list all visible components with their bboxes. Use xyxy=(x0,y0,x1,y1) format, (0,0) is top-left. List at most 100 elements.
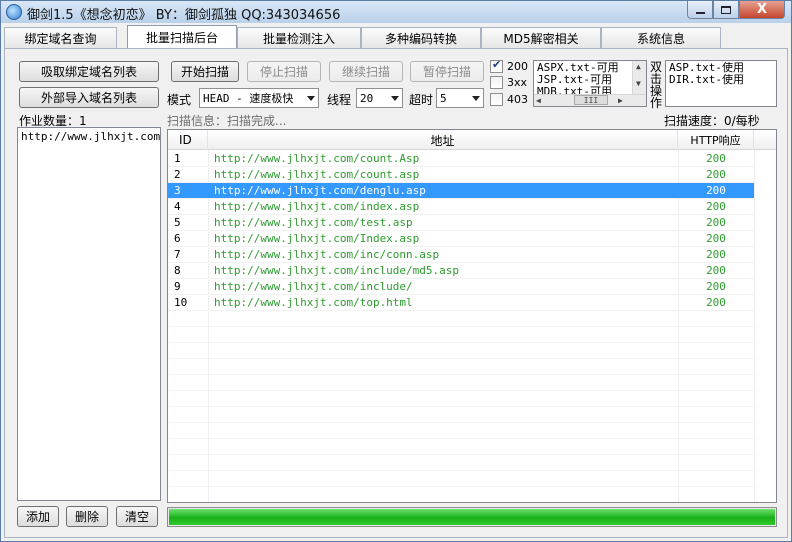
mode-value: HEAD - 速度极快 xyxy=(203,92,294,105)
status-label: 403 xyxy=(507,93,528,106)
available-dict-list[interactable]: ASPX.txt-可用 JSP.txt-可用 MDB.txt-可用 ▲ ▼ ◀ … xyxy=(533,60,647,107)
clear-button[interactable]: 清空 xyxy=(116,506,158,527)
arrow-up-icon[interactable]: ▲ xyxy=(636,62,641,71)
tab-label: 批量检测注入 xyxy=(262,32,335,46)
chevron-down-icon xyxy=(307,96,315,101)
table-row[interactable]: 7 http://www.jlhxjt.com/inc/conn.asp 200 xyxy=(168,247,754,263)
delete-button[interactable]: 删除 xyxy=(66,506,108,527)
close-icon: X xyxy=(756,2,768,17)
table-row[interactable]: 8 http://www.jlhxjt.com/include/md5.asp 20… xyxy=(168,263,754,279)
selected-dict-list[interactable]: ASP.txt-使用 DIR.txt-使用 xyxy=(665,60,777,107)
row-url: http://www.jlhxjt.com/Index.asp xyxy=(214,232,420,245)
row-id: 2 xyxy=(174,168,181,181)
col-id[interactable]: ID xyxy=(168,130,208,150)
tab-label: 系统信息 xyxy=(636,32,685,46)
empty-row xyxy=(168,407,754,423)
arrow-down-icon[interactable]: ▼ xyxy=(636,79,641,88)
row-id: 3 xyxy=(174,184,181,197)
tab-bar: 绑定域名查询 批量扫描后台 批量检测注入 多种编码转换 MD5解密相关 系统信息 xyxy=(4,25,788,49)
table-row[interactable]: 6 http://www.jlhxjt.com/Index.asp 200 xyxy=(168,231,754,247)
progress-fill xyxy=(169,509,775,525)
tab-md5[interactable]: MD5解密相关 xyxy=(481,27,601,49)
tab-label: 绑定域名查询 xyxy=(24,32,97,46)
threads-label: 线程 xyxy=(327,93,352,107)
row-url: http://www.jlhxjt.com/inc/conn.asp xyxy=(214,248,440,261)
empty-row xyxy=(168,343,754,359)
domain-list[interactable]: http://www.jlhxjt.com xyxy=(17,127,161,501)
add-button[interactable]: 添加 xyxy=(17,506,59,527)
row-url: http://www.jlhxjt.com/include/md5.asp xyxy=(214,264,460,277)
status-label: 3xx xyxy=(507,76,528,89)
checkbox-box xyxy=(490,76,503,89)
row-url: http://www.jlhxjt.com/include/ xyxy=(214,280,413,293)
checkbox-box xyxy=(490,58,503,73)
import-domains-button[interactable]: 外部导入域名列表 xyxy=(19,87,159,108)
table-header: ID 地址 HTTP响应 xyxy=(168,130,776,150)
timeout-label: 超时 xyxy=(409,93,434,107)
tab-injection[interactable]: 批量检测注入 xyxy=(237,27,361,49)
title-bar[interactable]: 御剑1.5《想念初恋》 BY：御剑孤独 QQ:343034656 X xyxy=(1,1,791,23)
table-row[interactable]: 10 http://www.jlhxjt.com/top.html 200 xyxy=(168,295,754,311)
scan-speed: 扫描速度：0/每秒 xyxy=(664,114,760,128)
results-table[interactable]: ID 地址 HTTP响应 1 http://www.jlhxjt.com/coun… xyxy=(167,129,777,503)
row-id: 1 xyxy=(174,152,181,165)
row-url: http://www.jlhxjt.com/test.asp xyxy=(214,216,413,229)
app-window: 御剑1.5《想念初恋》 BY：御剑孤独 QQ:343034656 X 绑定域名查… xyxy=(0,0,792,542)
start-scan-button[interactable]: 开始扫描 xyxy=(171,61,239,82)
stop-scan-button[interactable]: 停止扫描 xyxy=(247,61,321,82)
row-http-code: 200 xyxy=(706,296,726,309)
status-200-checkbox[interactable]: 200 xyxy=(490,58,528,73)
row-http-code: 200 xyxy=(706,200,726,213)
timeout-select[interactable]: 5 xyxy=(436,88,484,108)
col-http-response[interactable]: HTTP响应 xyxy=(678,130,754,150)
pause-scan-button[interactable]: 暂停扫描 xyxy=(410,61,484,82)
table-row[interactable]: 3 http://www.jlhxjt.com/denglu.asp 200 xyxy=(168,183,754,199)
table-row[interactable]: 2 http://www.jlhxjt.com/count.asp 200 xyxy=(168,167,754,183)
dict-item[interactable]: DIR.txt-使用 xyxy=(666,74,776,86)
empty-row xyxy=(168,455,754,471)
tab-label: 批量扫描后台 xyxy=(145,31,218,45)
dict-vscrollbar[interactable]: ▲ ▼ xyxy=(632,61,646,95)
row-id: 9 xyxy=(174,280,181,293)
tab-label: 多种编码转换 xyxy=(384,32,457,46)
app-logo-icon xyxy=(6,4,22,20)
tab-domain-query[interactable]: 绑定域名查询 xyxy=(4,27,117,49)
arrow-left-icon[interactable]: ◀ xyxy=(536,96,541,105)
tab-batch-scan[interactable]: 批量扫描后台 xyxy=(127,25,237,49)
col-address[interactable]: 地址 xyxy=(208,130,678,150)
status-403-checkbox[interactable]: 403 xyxy=(490,93,528,106)
row-http-code: 200 xyxy=(706,264,726,277)
empty-row xyxy=(168,423,754,439)
timeout-value: 5 xyxy=(440,91,447,105)
empty-row xyxy=(168,471,754,487)
row-http-code: 200 xyxy=(706,216,726,229)
checkbox-box xyxy=(490,93,503,106)
row-url: http://www.jlhxjt.com/count.Asp xyxy=(214,152,420,165)
dict-hscrollbar[interactable]: ◀ III ▶ xyxy=(534,94,646,106)
tab-encoding[interactable]: 多种编码转换 xyxy=(361,27,481,49)
double-click-hint: 双 击 操 作 xyxy=(650,61,662,109)
absorb-domains-button[interactable]: 吸取绑定域名列表 xyxy=(19,61,159,82)
arrow-right-icon[interactable]: ▶ xyxy=(618,96,623,105)
empty-row xyxy=(168,327,754,343)
table-row[interactable]: 1 http://www.jlhxjt.com/count.Asp 200 xyxy=(168,151,754,167)
table-row[interactable]: 5 http://www.jlhxjt.com/test.asp 200 xyxy=(168,215,754,231)
table-row[interactable]: 9 http://www.jlhxjt.com/include/200 xyxy=(168,279,754,295)
tab-spacer xyxy=(117,27,127,49)
threads-select[interactable]: 20 xyxy=(356,88,403,108)
maximize-button[interactable] xyxy=(713,1,739,19)
window-title: 御剑1.5《想念初恋》 BY：御剑孤独 QQ:343034656 xyxy=(27,8,341,23)
table-row[interactable]: 4 http://www.jlhxjt.com/index.asp 200 xyxy=(168,199,754,215)
close-button[interactable]: X xyxy=(739,1,785,19)
minimize-button[interactable] xyxy=(687,1,713,19)
row-http-code: 200 xyxy=(706,232,726,245)
row-http-code: 200 xyxy=(706,248,726,261)
scroll-thumb[interactable]: III xyxy=(574,95,608,105)
column-divider xyxy=(754,150,755,502)
resume-scan-button[interactable]: 继续扫描 xyxy=(329,61,403,82)
threads-value: 20 xyxy=(360,91,374,105)
domain-list-item[interactable]: http://www.jlhxjt.com xyxy=(18,131,160,143)
status-3xx-checkbox[interactable]: 3xx xyxy=(490,76,527,89)
tab-system-info[interactable]: 系统信息 xyxy=(601,27,721,49)
mode-select[interactable]: HEAD - 速度极快 xyxy=(199,88,319,108)
